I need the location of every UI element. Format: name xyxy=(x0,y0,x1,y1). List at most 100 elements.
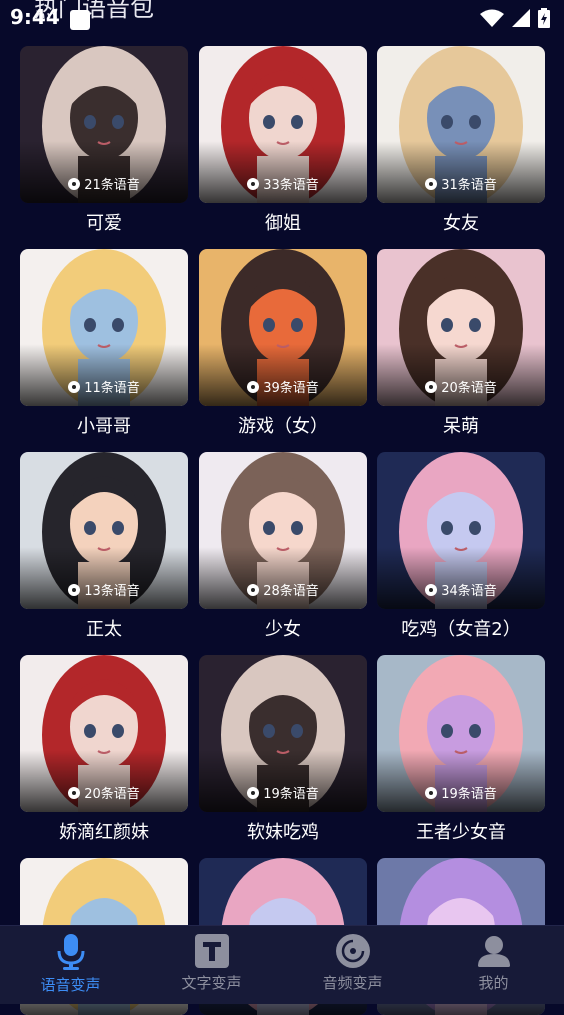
nav-item-profile[interactable]: 我的 xyxy=(423,926,564,1004)
voice-pack-name: 女友 xyxy=(443,213,479,234)
voice-count-label: 34条语音 xyxy=(441,584,497,599)
voice-pack-name: 少女 xyxy=(265,619,301,640)
nav-item-voice-change[interactable]: 语音变声 xyxy=(0,926,141,1004)
voice-count: 28条语音 xyxy=(199,580,367,599)
voice-pack-thumbnail[interactable]: 13条语音 xyxy=(20,452,188,609)
voice-pack-thumbnail[interactable]: 31条语音 xyxy=(377,46,545,203)
voice-count: 20条语音 xyxy=(377,377,545,396)
thumbnail-shade xyxy=(20,344,188,406)
voice-count-label: 28条语音 xyxy=(263,584,319,599)
voice-pack-card[interactable]: 19条语音软妹吃鸡 xyxy=(199,655,367,844)
disc-icon xyxy=(247,786,260,799)
microphone-icon xyxy=(57,934,84,970)
notification-icon xyxy=(70,10,90,30)
voice-count: 33条语音 xyxy=(199,174,367,193)
nav-item-audio-change[interactable]: 音频变声 xyxy=(282,926,423,1004)
voice-pack-name: 小哥哥 xyxy=(77,416,131,437)
voice-count: 31条语音 xyxy=(377,174,545,193)
voice-pack-thumbnail[interactable]: 34条语音 xyxy=(377,452,545,609)
wifi-icon xyxy=(480,9,504,27)
thumbnail-shade xyxy=(20,750,188,812)
thumbnail-shade xyxy=(377,141,545,203)
voice-pack-card[interactable]: 20条语音呆萌 xyxy=(377,249,545,438)
nav-label-audio-change: 音频变声 xyxy=(322,974,383,992)
voice-pack-thumbnail[interactable]: 21条语音 xyxy=(20,46,188,203)
bottom-nav: 语音变声 文字变声 音频变声 我的 xyxy=(0,925,564,1004)
voice-pack-name: 王者少女音 xyxy=(416,822,506,843)
voice-pack-card[interactable]: 31条语音女友 xyxy=(377,46,545,235)
voice-pack-thumbnail[interactable]: 33条语音 xyxy=(199,46,367,203)
disc-icon xyxy=(425,177,438,190)
thumbnail-shade xyxy=(199,547,367,609)
voice-pack-card[interactable]: 21条语音可爱 xyxy=(20,46,188,235)
nav-item-text-change[interactable]: 文字变声 xyxy=(141,926,282,1004)
voice-pack-thumbnail[interactable]: 19条语音 xyxy=(377,655,545,812)
voice-pack-thumbnail[interactable]: 28条语音 xyxy=(199,452,367,609)
thumbnail-shade xyxy=(199,344,367,406)
voice-count: 13条语音 xyxy=(20,580,188,599)
text-t-icon xyxy=(194,934,229,968)
voice-pack-thumbnail[interactable]: 19条语音 xyxy=(199,655,367,812)
voice-count-label: 20条语音 xyxy=(84,787,140,802)
voice-count-label: 19条语音 xyxy=(441,787,497,802)
voice-count-label: 39条语音 xyxy=(263,381,319,396)
disc-icon xyxy=(247,177,260,190)
voice-count: 34条语音 xyxy=(377,580,545,599)
voice-count: 19条语音 xyxy=(377,783,545,802)
voice-count: 11条语音 xyxy=(20,377,188,396)
voice-count-label: 31条语音 xyxy=(441,178,497,193)
voice-count: 39条语音 xyxy=(199,377,367,396)
status-time: 9:44 xyxy=(10,5,60,29)
disc-icon xyxy=(68,380,81,393)
thumbnail-shade xyxy=(199,750,367,812)
voice-pack-card[interactable]: 34条语音吃鸡（女音2） xyxy=(377,452,545,641)
status-icons xyxy=(480,8,550,28)
voice-pack-name: 御姐 xyxy=(265,213,301,234)
voice-pack-name: 软妹吃鸡 xyxy=(247,822,319,843)
disc-icon xyxy=(247,583,260,596)
voice-pack-name: 游戏（女） xyxy=(238,416,328,437)
voice-pack-thumbnail[interactable]: 39条语音 xyxy=(199,249,367,406)
thumbnail-shade xyxy=(20,141,188,203)
voice-pack-card[interactable]: 28条语音少女 xyxy=(199,452,367,641)
disc-icon xyxy=(425,380,438,393)
signal-icon xyxy=(512,9,530,27)
voice-pack-thumbnail[interactable]: 11条语音 xyxy=(20,249,188,406)
voice-pack-name: 呆萌 xyxy=(443,416,479,437)
voice-count-label: 21条语音 xyxy=(84,178,140,193)
voice-count-label: 20条语音 xyxy=(441,381,497,396)
voice-count: 20条语音 xyxy=(20,783,188,802)
voice-count-label: 13条语音 xyxy=(84,584,140,599)
voice-pack-name: 吃鸡（女音2） xyxy=(401,619,521,640)
audio-disc-icon xyxy=(335,934,370,968)
voice-pack-name: 娇滴红颜妹 xyxy=(59,822,149,843)
thumbnail-shade xyxy=(199,141,367,203)
disc-icon xyxy=(68,786,81,799)
thumbnail-shade xyxy=(377,344,545,406)
thumbnail-shade xyxy=(20,547,188,609)
voice-pack-name: 正太 xyxy=(86,619,122,640)
voice-pack-card[interactable]: 19条语音王者少女音 xyxy=(377,655,545,844)
voice-count: 19条语音 xyxy=(199,783,367,802)
voice-pack-thumbnail[interactable]: 20条语音 xyxy=(377,249,545,406)
voice-pack-card[interactable]: 33条语音御姐 xyxy=(199,46,367,235)
disc-icon xyxy=(425,583,438,596)
status-bar: 热门语音包 9:44 xyxy=(0,0,564,38)
voice-pack-card[interactable]: 39条语音游戏（女） xyxy=(199,249,367,438)
disc-icon xyxy=(68,583,81,596)
voice-count-label: 33条语音 xyxy=(263,178,319,193)
battery-icon xyxy=(538,8,550,28)
voice-count: 21条语音 xyxy=(20,174,188,193)
voice-pack-name: 可爱 xyxy=(86,213,122,234)
voice-count-label: 19条语音 xyxy=(263,787,319,802)
voice-pack-thumbnail[interactable]: 20条语音 xyxy=(20,655,188,812)
disc-icon xyxy=(68,177,81,190)
thumbnail-shade xyxy=(377,547,545,609)
thumbnail-shade xyxy=(377,750,545,812)
voice-pack-card[interactable]: 11条语音小哥哥 xyxy=(20,249,188,438)
nav-label-text-change: 文字变声 xyxy=(181,974,242,992)
voice-pack-card[interactable]: 20条语音娇滴红颜妹 xyxy=(20,655,188,844)
nav-label-voice-change: 语音变声 xyxy=(40,976,101,994)
nav-label-profile: 我的 xyxy=(478,974,509,992)
voice-pack-card[interactable]: 13条语音正太 xyxy=(20,452,188,641)
